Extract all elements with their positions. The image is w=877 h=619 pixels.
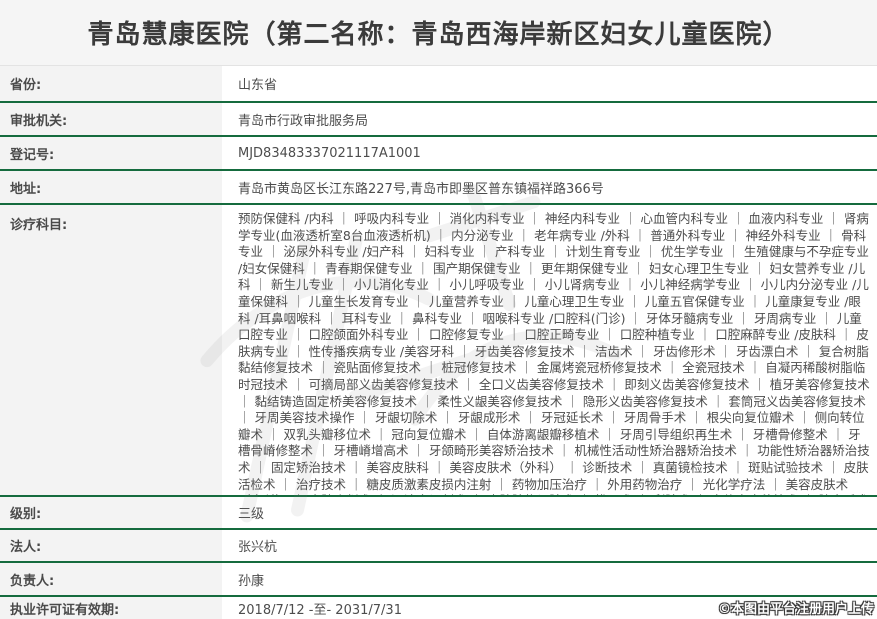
row-approval-authority-value: 青岛市行政审批服务局 [222, 103, 877, 135]
row-legal-person: 法人: 张兴杭 [0, 530, 877, 563]
row-province-value: 山东省 [222, 66, 877, 101]
row-level-label: 级别: [0, 497, 222, 528]
row-approval-authority-label: 审批机关: [0, 103, 222, 135]
image-credit: ©本图由平台注册用户上传 [718, 598, 874, 617]
page-header: 青岛慧康医院（第二名称：青岛西海岸新区妇女儿童医院） [0, 0, 877, 66]
row-departments-value: 预防保健科 /内科 ｜ 呼吸内科专业 ｜ 消化内科专业 ｜ 神经内科专业 ｜ 心… [222, 205, 877, 495]
row-departments-label: 诊疗科目: [0, 205, 222, 495]
info-table: 省份: 山东省 审批机关: 青岛市行政审批服务局 登记号: MJD8348333… [0, 66, 877, 619]
row-address: 地址: 青岛市黄岛区长江东路227号,青岛市即墨区普东镇福祥路366号 [0, 171, 877, 205]
row-approval-authority: 审批机关: 青岛市行政审批服务局 [0, 103, 877, 137]
row-address-value: 青岛市黄岛区长江东路227号,青岛市即墨区普东镇福祥路366号 [222, 171, 877, 203]
row-legal-person-label: 法人: [0, 530, 222, 561]
row-level: 级别: 三级 [0, 497, 877, 530]
row-departments: 诊疗科目: 预防保健科 /内科 ｜ 呼吸内科专业 ｜ 消化内科专业 ｜ 神经内科… [0, 205, 877, 497]
row-registration-number-label: 登记号: [0, 137, 222, 169]
row-province-label: 省份: [0, 66, 222, 101]
row-person-in-charge-label: 负责人: [0, 563, 222, 595]
row-legal-person-value: 张兴杭 [222, 530, 877, 561]
row-license-validity-label: 执业许可证有效期: [0, 597, 222, 619]
row-province: 省份: 山东省 [0, 66, 877, 103]
row-person-in-charge: 负责人: 孙康 [0, 563, 877, 597]
row-registration-number-value: MJD83483337021117A1001 [222, 137, 877, 169]
row-level-value: 三级 [222, 497, 877, 528]
row-registration-number: 登记号: MJD83483337021117A1001 [0, 137, 877, 171]
page-title: 青岛慧康医院（第二名称：青岛西海岸新区妇女儿童医院） [87, 14, 789, 51]
row-person-in-charge-value: 孙康 [222, 563, 877, 595]
row-address-label: 地址: [0, 171, 222, 203]
